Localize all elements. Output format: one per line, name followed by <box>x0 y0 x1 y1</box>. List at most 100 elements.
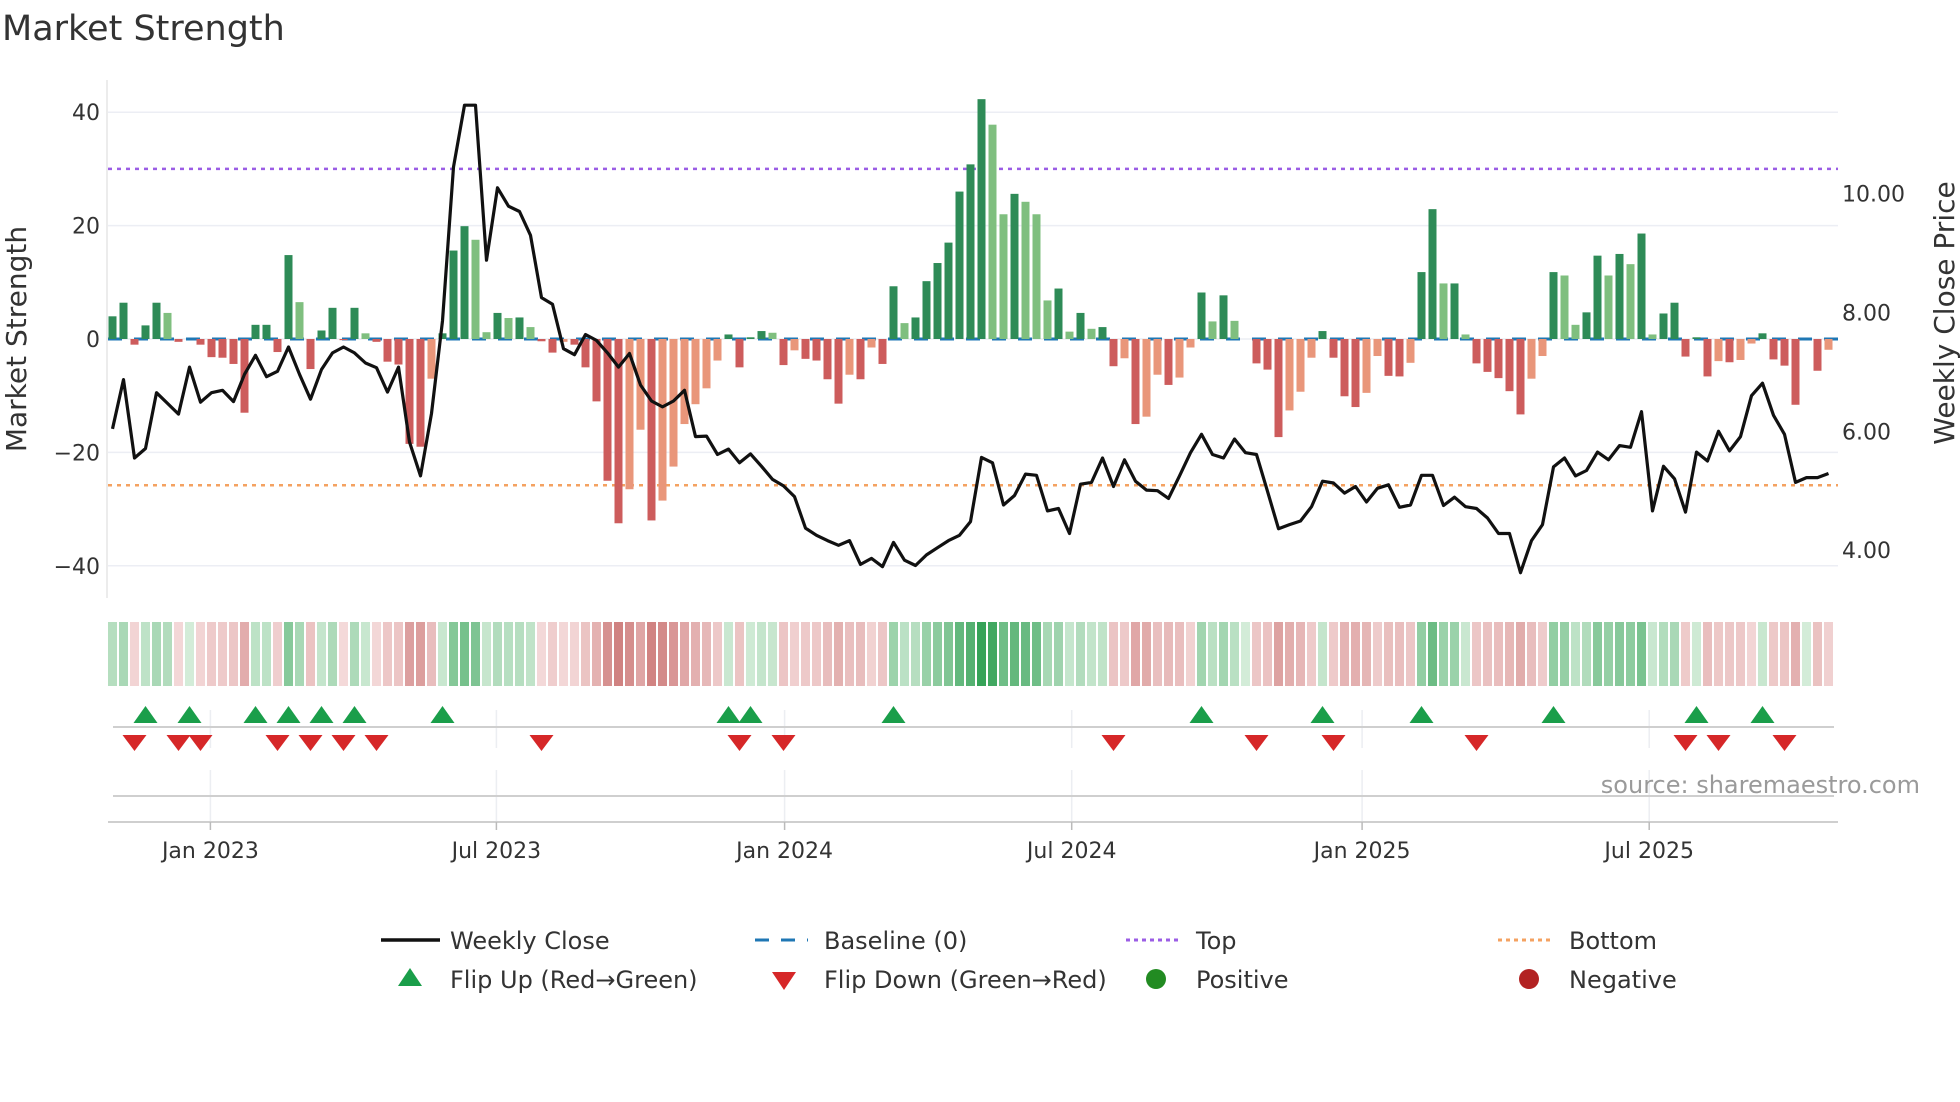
bar-negative <box>1483 339 1492 372</box>
circle-icon <box>1146 969 1166 989</box>
flip-down-marker <box>1706 735 1731 751</box>
bar-positive <box>1428 209 1437 339</box>
bar-negative <box>1120 339 1129 359</box>
bar-negative <box>801 339 810 359</box>
bar-negative <box>713 339 722 361</box>
bar-negative <box>1263 339 1272 370</box>
heat-cell-negative <box>1703 622 1712 686</box>
y2-tick-label: 4.00 <box>1842 539 1891 564</box>
market-strength-chart: Market Strength 40 20 0 −20 −40 10.00 8.00 6.00… <box>0 9 1960 994</box>
bar-negative <box>823 339 832 380</box>
bar-negative <box>218 339 227 358</box>
bar-negative <box>603 339 612 481</box>
flip-down-marker <box>298 735 323 751</box>
flip-up-marker <box>1189 706 1214 723</box>
heat-cell-negative <box>1384 622 1393 686</box>
heat-cell-negative <box>1307 622 1316 686</box>
bar-negative <box>1736 339 1745 360</box>
bar-negative <box>779 339 788 366</box>
bar-positive <box>526 327 535 339</box>
bar-positive <box>1461 334 1470 339</box>
flip-up-marker <box>716 706 741 723</box>
bar-negative <box>812 339 821 361</box>
heat-cell-positive <box>1604 622 1613 686</box>
bar-positive <box>1021 201 1030 339</box>
bar-negative <box>1329 339 1338 358</box>
heat-cell-negative <box>1164 622 1173 686</box>
bar-positive <box>1571 324 1580 339</box>
flip-up-marker <box>1310 706 1335 723</box>
heat-cell-positive <box>141 622 150 686</box>
bar-positive <box>1692 337 1701 339</box>
heat-cell-negative <box>669 622 678 686</box>
heat-cell-negative <box>1131 622 1140 686</box>
heat-cell-negative <box>856 622 865 686</box>
bar-positive <box>361 333 370 339</box>
bar-positive <box>1032 214 1041 339</box>
y-axis-label: Market Strength <box>0 226 33 452</box>
bar-positive <box>1648 334 1657 339</box>
legend-label: Flip Down (Green→Red) <box>824 966 1107 994</box>
bar-negative <box>1527 339 1536 379</box>
bar-positive <box>1417 272 1426 339</box>
heat-cell-positive <box>328 622 337 686</box>
heat-cell-positive <box>1461 622 1470 686</box>
legend-label: Bottom <box>1569 927 1657 955</box>
heat-cell-positive <box>1450 622 1459 686</box>
bar-negative <box>1395 339 1404 377</box>
heat-cell-positive <box>1802 622 1811 686</box>
flip-down-marker <box>1673 735 1698 751</box>
bar-negative <box>416 339 425 447</box>
heat-cell-negative <box>537 622 546 686</box>
heat-cell-positive <box>1417 622 1426 686</box>
heat-cell-positive <box>1571 622 1580 686</box>
bar-negative <box>1681 339 1690 357</box>
heat-cell-negative <box>812 622 821 686</box>
heat-cell-positive <box>1197 622 1206 686</box>
bar-positive <box>1439 283 1448 339</box>
heat-cell-negative <box>394 622 403 686</box>
heat-cell-negative <box>1714 622 1723 686</box>
bar-positive <box>966 164 975 339</box>
heat-cell-negative <box>383 622 392 686</box>
legend-item-negative: Negative <box>1519 966 1677 994</box>
bar-positive <box>933 263 942 339</box>
heat-cell-negative <box>1472 622 1481 686</box>
heat-cell-positive <box>1626 622 1635 686</box>
bar-negative <box>1472 339 1481 364</box>
bar-negative <box>1406 339 1415 363</box>
heat-cell-positive <box>1439 622 1448 686</box>
heat-cell-negative <box>1681 622 1690 686</box>
heat-cell-negative <box>878 622 887 686</box>
bar-negative <box>1285 339 1294 411</box>
heat-cell-positive <box>1582 622 1591 686</box>
x-tick-label: Jan 2023 <box>160 839 259 864</box>
flip-up-marker <box>1750 706 1775 723</box>
heat-cell-positive <box>1208 622 1217 686</box>
bar-negative <box>1373 339 1382 357</box>
heat-cell-negative <box>130 622 139 686</box>
heat-cell-negative <box>1120 622 1129 686</box>
flip-down-marker <box>364 735 389 751</box>
heat-cell-positive <box>482 622 491 686</box>
bar-negative <box>856 339 865 380</box>
heat-cell-positive <box>251 622 260 686</box>
flip-down-marker <box>529 735 554 751</box>
bar-positive <box>1098 327 1107 339</box>
bar-negative <box>1747 339 1756 344</box>
y2-tick-label: 10.00 <box>1842 183 1905 208</box>
bar-negative <box>845 339 854 375</box>
bar-negative <box>1538 339 1547 357</box>
flip-up-marker <box>133 706 158 723</box>
heat-cell-negative <box>1813 622 1822 686</box>
x-tick-label: Jan 2024 <box>734 839 833 864</box>
heat-cell-negative <box>680 622 689 686</box>
flip-down-marker <box>265 735 290 751</box>
heat-cell-negative <box>823 622 832 686</box>
heat-cell-negative <box>1186 622 1195 686</box>
bar-negative <box>1109 339 1118 367</box>
bar-negative <box>691 339 700 405</box>
heat-cell-negative <box>845 622 854 686</box>
legend-label: Top <box>1195 927 1237 955</box>
heat-cell-positive <box>438 622 447 686</box>
